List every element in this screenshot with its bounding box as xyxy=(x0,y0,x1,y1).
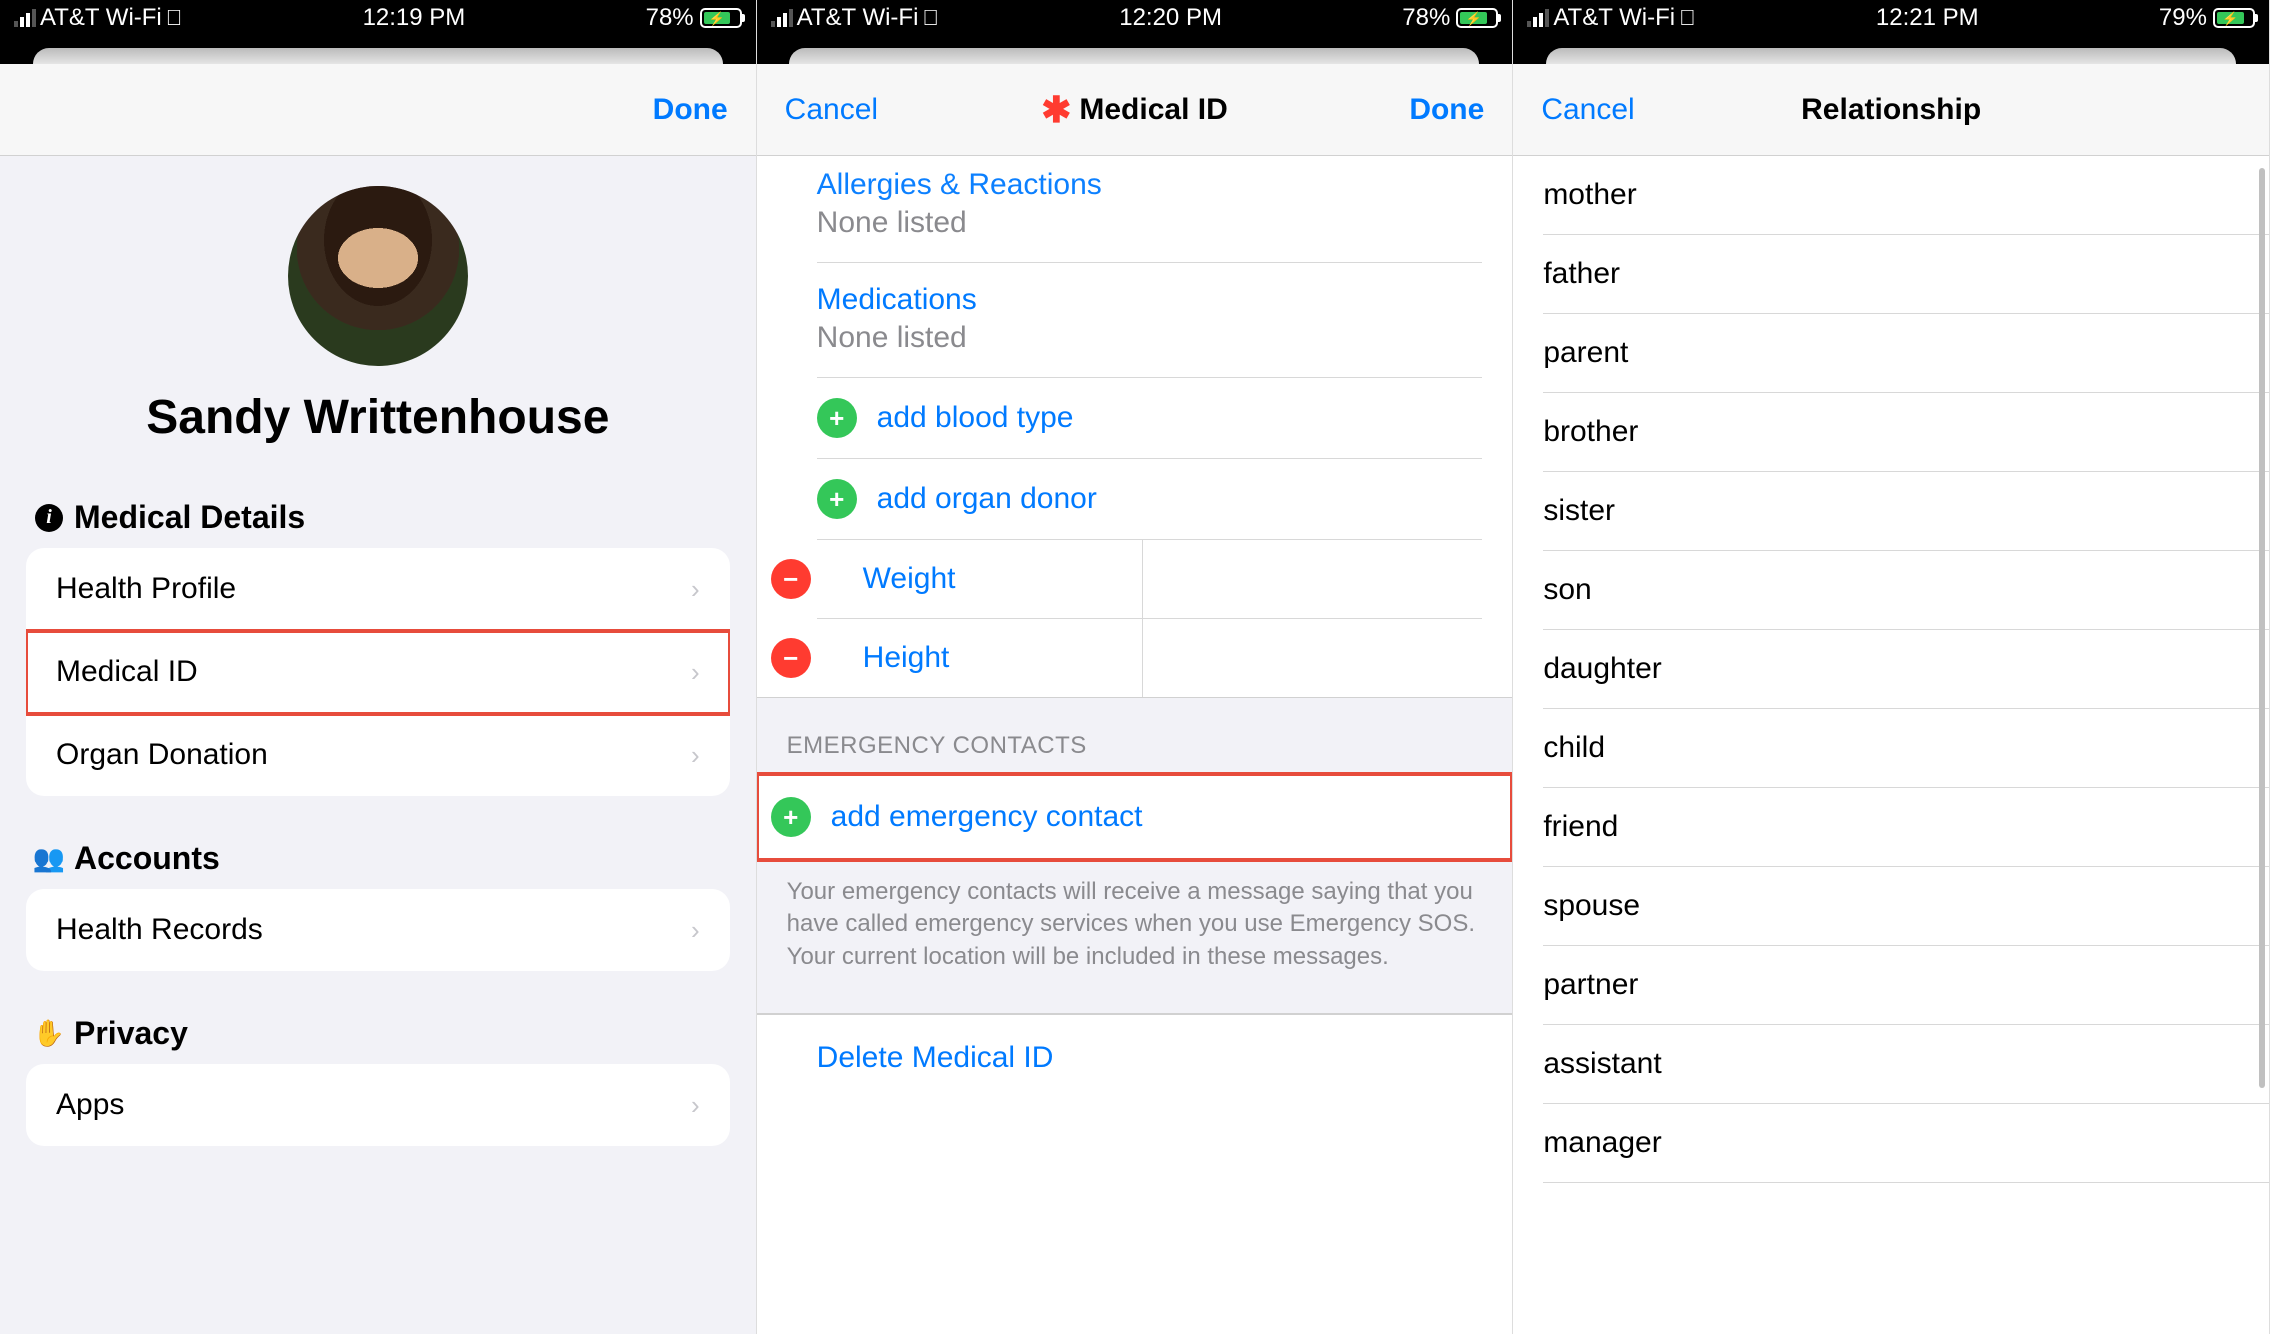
section-header-privacy: ✋ Privacy xyxy=(0,971,756,1064)
row-apps[interactable]: Apps › xyxy=(26,1064,730,1146)
cancel-button[interactable]: Cancel xyxy=(785,93,878,126)
chevron-right-icon: › xyxy=(691,574,700,605)
list-item[interactable]: parent xyxy=(1543,314,2269,393)
section-header-accounts: 👥 Accounts xyxy=(0,796,756,889)
plus-icon[interactable]: + xyxy=(771,797,811,837)
plus-icon[interactable]: + xyxy=(817,398,857,438)
sheet-grabber[interactable] xyxy=(789,48,1479,64)
screen-health-profile: AT&T Wi-Fi 􀙇 12:19 PM 78% ⚡ Done Sandy W… xyxy=(0,0,757,1334)
emergency-contacts-header: EMERGENCY CONTACTS xyxy=(757,698,1513,774)
group-privacy: Apps › xyxy=(26,1064,730,1146)
battery-pct: 78% xyxy=(1402,4,1450,32)
sheet-grabber[interactable] xyxy=(1546,48,2236,64)
chevron-right-icon: › xyxy=(691,915,700,946)
chevron-right-icon: › xyxy=(691,1090,700,1121)
avatar[interactable] xyxy=(288,186,468,366)
navbar: Done xyxy=(0,64,756,156)
clock: 12:21 PM xyxy=(1876,4,1979,32)
list-item[interactable]: brother xyxy=(1543,393,2269,472)
medications-label[interactable]: Medications xyxy=(817,263,1513,317)
screen-relationship-picker: AT&T Wi-Fi 􀙇 12:21 PM 79% ⚡ Cancel Relat… xyxy=(1513,0,2270,1334)
status-bar: AT&T Wi-Fi 􀙇 12:20 PM 78% ⚡ xyxy=(757,0,1513,36)
chevron-right-icon: › xyxy=(691,657,700,688)
list-item[interactable]: assistant xyxy=(1543,1025,2269,1104)
row-medical-id[interactable]: Medical ID › xyxy=(26,631,730,714)
status-bar: AT&T Wi-Fi 􀙇 12:19 PM 78% ⚡ xyxy=(0,0,756,36)
cellular-signal-icon xyxy=(771,9,793,27)
weight-row[interactable]: − Weight xyxy=(817,540,1513,618)
section-header-medical-details: i Medical Details xyxy=(0,455,756,548)
add-emergency-contact-row[interactable]: + add emergency contact xyxy=(757,774,1513,860)
battery-icon: ⚡ xyxy=(2213,8,2255,28)
list-item[interactable]: daughter xyxy=(1543,630,2269,709)
sheet-grabber[interactable] xyxy=(33,48,723,64)
clock: 12:20 PM xyxy=(1119,4,1222,32)
row-health-records[interactable]: Health Records › xyxy=(26,889,730,971)
group-accounts: Health Records › xyxy=(26,889,730,971)
people-icon: 👥 xyxy=(34,844,64,874)
delete-medical-id-button[interactable]: Delete Medical ID xyxy=(757,1014,1513,1101)
chevron-right-icon: › xyxy=(691,740,700,771)
battery-icon: ⚡ xyxy=(700,8,742,28)
list-item[interactable]: spouse xyxy=(1543,867,2269,946)
emergency-contacts-section: EMERGENCY CONTACTS + add emergency conta… xyxy=(757,697,1513,1014)
nav-title: Relationship xyxy=(1801,93,1981,127)
sheet-grabber-area xyxy=(1513,36,2269,64)
list-item[interactable]: father xyxy=(1543,235,2269,314)
list-item[interactable]: manager xyxy=(1543,1104,2269,1183)
allergies-value: None listed xyxy=(817,202,1513,262)
add-blood-type-row[interactable]: + add blood type xyxy=(863,378,1513,458)
clock: 12:19 PM xyxy=(363,4,466,32)
add-organ-donor-row[interactable]: + add organ donor xyxy=(863,459,1513,539)
wifi-icon: 􀙇 xyxy=(166,5,183,31)
battery-pct: 78% xyxy=(646,4,694,32)
list-item[interactable]: sister xyxy=(1543,472,2269,551)
screen-medical-id-edit: AT&T Wi-Fi 􀙇 12:20 PM 78% ⚡ Cancel ✱ Med… xyxy=(757,0,1514,1334)
profile-name: Sandy Writtenhouse xyxy=(0,390,756,445)
nav-title: Medical ID xyxy=(1079,93,1227,127)
hand-icon: ✋ xyxy=(34,1019,64,1049)
profile-header: Sandy Writtenhouse xyxy=(0,156,756,455)
done-button[interactable]: Done xyxy=(1409,93,1484,126)
list-item[interactable]: mother xyxy=(1543,156,2269,235)
sheet-grabber-area xyxy=(757,36,1513,64)
navbar: Cancel ✱ Medical ID Done xyxy=(757,64,1513,156)
list-item[interactable]: child xyxy=(1543,709,2269,788)
list-item[interactable]: partner xyxy=(1543,946,2269,1025)
medical-id-star-icon: ✱ xyxy=(1041,89,1071,131)
plus-icon[interactable]: + xyxy=(817,479,857,519)
navbar: Cancel Relationship xyxy=(1513,64,2269,156)
carrier-label: AT&T Wi-Fi xyxy=(797,4,919,32)
wifi-icon: 􀙇 xyxy=(922,5,939,31)
row-health-profile[interactable]: Health Profile › xyxy=(26,548,730,631)
minus-icon[interactable]: − xyxy=(771,638,811,678)
cellular-signal-icon xyxy=(1527,9,1549,27)
carrier-label: AT&T Wi-Fi xyxy=(1553,4,1675,32)
emergency-contacts-footer: Your emergency contacts will receive a m… xyxy=(757,860,1513,1013)
list-item[interactable]: friend xyxy=(1543,788,2269,867)
height-row[interactable]: − Height xyxy=(817,619,1513,697)
relationship-list: mother father parent brother sister son … xyxy=(1513,156,2269,1183)
battery-icon: ⚡ xyxy=(1456,8,1498,28)
status-bar: AT&T Wi-Fi 􀙇 12:21 PM 79% ⚡ xyxy=(1513,0,2269,36)
minus-icon[interactable]: − xyxy=(771,559,811,599)
group-medical-details: Health Profile › Medical ID › Organ Dona… xyxy=(26,548,730,796)
row-organ-donation[interactable]: Organ Donation › xyxy=(26,714,730,796)
sheet-grabber-area xyxy=(0,36,756,64)
allergies-label[interactable]: Allergies & Reactions xyxy=(817,156,1513,202)
medications-value: None listed xyxy=(817,317,1513,377)
done-button[interactable]: Done xyxy=(653,93,728,126)
info-icon: i xyxy=(35,504,63,532)
cancel-button[interactable]: Cancel xyxy=(1541,93,1634,126)
scrollbar[interactable] xyxy=(2259,168,2265,1088)
list-item[interactable]: son xyxy=(1543,551,2269,630)
cellular-signal-icon xyxy=(14,9,36,27)
battery-pct: 79% xyxy=(2159,4,2207,32)
wifi-icon: 􀙇 xyxy=(1679,5,1696,31)
carrier-label: AT&T Wi-Fi xyxy=(40,4,162,32)
